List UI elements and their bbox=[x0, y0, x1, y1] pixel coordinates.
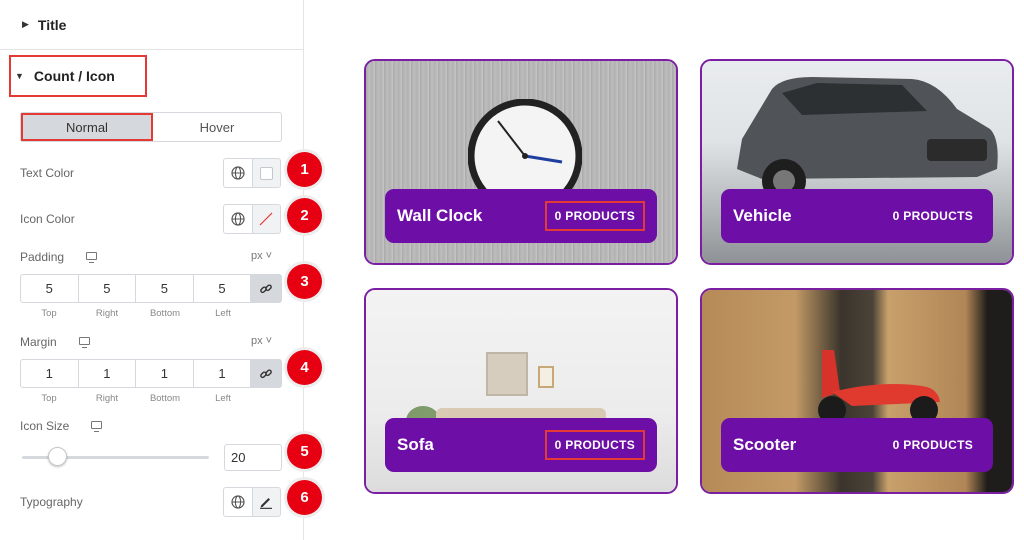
card-product-count: 0 PRODUCTS bbox=[544, 201, 645, 231]
padding-right-caption: Right bbox=[95, 308, 119, 319]
category-card-sofa[interactable]: Sofa 0 PRODUCTS bbox=[364, 288, 678, 494]
card-title: Wall Clock bbox=[397, 206, 483, 225]
clock-icon bbox=[468, 99, 582, 195]
global-fonts-button[interactable] bbox=[224, 488, 252, 516]
icon-size-label: Icon Size bbox=[20, 419, 70, 433]
state-tabs: Normal Hover bbox=[20, 112, 282, 142]
section-title-toggle[interactable]: ▶ Title bbox=[0, 0, 304, 50]
padding-top-input[interactable]: 5 bbox=[21, 275, 79, 302]
car-icon bbox=[737, 77, 998, 199]
section-title-label: Title bbox=[37, 16, 67, 33]
link-icon bbox=[260, 368, 272, 378]
margin-right-input[interactable]: 1 bbox=[79, 360, 137, 387]
padding-bottom-caption: Bottom bbox=[149, 308, 181, 319]
desktop-icon[interactable] bbox=[86, 252, 97, 263]
category-card-vehicle[interactable]: Vehicle 0 PRODUCTS bbox=[700, 59, 1014, 265]
margin-label: Margin bbox=[20, 335, 57, 349]
desktop-icon[interactable] bbox=[79, 337, 90, 348]
padding-link-button[interactable] bbox=[251, 275, 282, 302]
global-colors-button[interactable] bbox=[224, 205, 252, 233]
margin-fields: 1 1 1 1 bbox=[20, 359, 282, 388]
text-color-label: Text Color bbox=[20, 166, 75, 180]
padding-left-input[interactable]: 5 bbox=[194, 275, 252, 302]
icon-size-input[interactable]: 20 bbox=[224, 444, 282, 471]
card-label-bar: Wall Clock 0 PRODUCTS bbox=[385, 189, 657, 243]
globe-icon bbox=[231, 212, 245, 226]
section-count-icon-toggle[interactable]: ▼ Count / Icon bbox=[9, 55, 147, 97]
white-swatch-icon bbox=[259, 166, 273, 180]
card-label-bar: Vehicle 0 PRODUCTS bbox=[721, 189, 993, 243]
card-title: Scooter bbox=[733, 435, 797, 454]
desktop-icon[interactable] bbox=[91, 421, 102, 432]
card-title: Vehicle bbox=[733, 206, 792, 225]
step-badge-1: 1 bbox=[287, 152, 322, 187]
icon-color-swatch[interactable] bbox=[251, 205, 280, 233]
padding-left-caption: Left bbox=[215, 308, 231, 319]
scooter-icon bbox=[818, 350, 940, 424]
text-color-control bbox=[223, 158, 281, 188]
globe-icon bbox=[231, 495, 245, 509]
padding-top-caption: Top bbox=[41, 308, 57, 319]
icon-color-label: Icon Color bbox=[20, 212, 75, 226]
category-card-scooter[interactable]: Scooter 0 PRODUCTS bbox=[700, 288, 1014, 494]
padding-label: Padding bbox=[20, 250, 65, 264]
tab-normal[interactable]: Normal bbox=[21, 113, 153, 141]
pencil-icon bbox=[260, 498, 273, 509]
margin-top-input[interactable]: 1 bbox=[21, 360, 79, 387]
margin-link-button[interactable] bbox=[251, 360, 282, 387]
link-icon bbox=[260, 283, 272, 293]
text-color-swatch[interactable] bbox=[251, 159, 280, 187]
section-count-icon-label: Count / Icon bbox=[33, 68, 115, 84]
globe-icon bbox=[231, 166, 245, 180]
icon-color-control bbox=[223, 204, 281, 234]
frame-image bbox=[538, 366, 554, 388]
caret-right-icon: ▶ bbox=[22, 19, 29, 29]
typography-edit-button[interactable] bbox=[251, 488, 280, 516]
no-color-icon bbox=[260, 212, 273, 226]
step-badge-3: 3 bbox=[287, 264, 322, 299]
margin-top-caption: Top bbox=[41, 393, 57, 404]
margin-bottom-input[interactable]: 1 bbox=[136, 360, 194, 387]
category-card-wall-clock[interactable]: Wall Clock 0 PRODUCTS bbox=[364, 59, 678, 265]
card-product-count: 0 PRODUCTS bbox=[892, 209, 973, 223]
padding-unit-select[interactable]: px ˅ bbox=[251, 250, 272, 262]
step-badge-6: 6 bbox=[287, 480, 322, 515]
tab-hover[interactable]: Hover bbox=[153, 113, 281, 141]
wall-art-image bbox=[486, 352, 528, 396]
margin-left-input[interactable]: 1 bbox=[194, 360, 252, 387]
caret-down-icon: ▼ bbox=[15, 71, 24, 81]
margin-right-caption: Right bbox=[95, 393, 119, 404]
card-product-count: 0 PRODUCTS bbox=[544, 430, 645, 460]
margin-unit-select[interactable]: px ˅ bbox=[251, 335, 272, 347]
margin-left-caption: Left bbox=[215, 393, 231, 404]
padding-right-input[interactable]: 5 bbox=[79, 275, 137, 302]
global-colors-button[interactable] bbox=[224, 159, 252, 187]
typography-label: Typography bbox=[20, 495, 83, 509]
step-badge-4: 4 bbox=[287, 350, 322, 385]
card-label-bar: Scooter 0 PRODUCTS bbox=[721, 418, 993, 472]
padding-fields: 5 5 5 5 bbox=[20, 274, 282, 303]
card-title: Sofa bbox=[397, 435, 434, 454]
typography-control bbox=[223, 487, 281, 517]
card-label-bar: Sofa 0 PRODUCTS bbox=[385, 418, 657, 472]
step-badge-2: 2 bbox=[287, 198, 322, 233]
margin-bottom-caption: Bottom bbox=[149, 393, 181, 404]
step-badge-5: 5 bbox=[287, 434, 322, 469]
style-panel: ▶ Title ▼ Count / Icon Normal Hover Text… bbox=[0, 0, 304, 540]
card-product-count: 0 PRODUCTS bbox=[892, 438, 973, 452]
icon-size-slider-thumb[interactable] bbox=[48, 447, 67, 466]
padding-bottom-input[interactable]: 5 bbox=[136, 275, 194, 302]
